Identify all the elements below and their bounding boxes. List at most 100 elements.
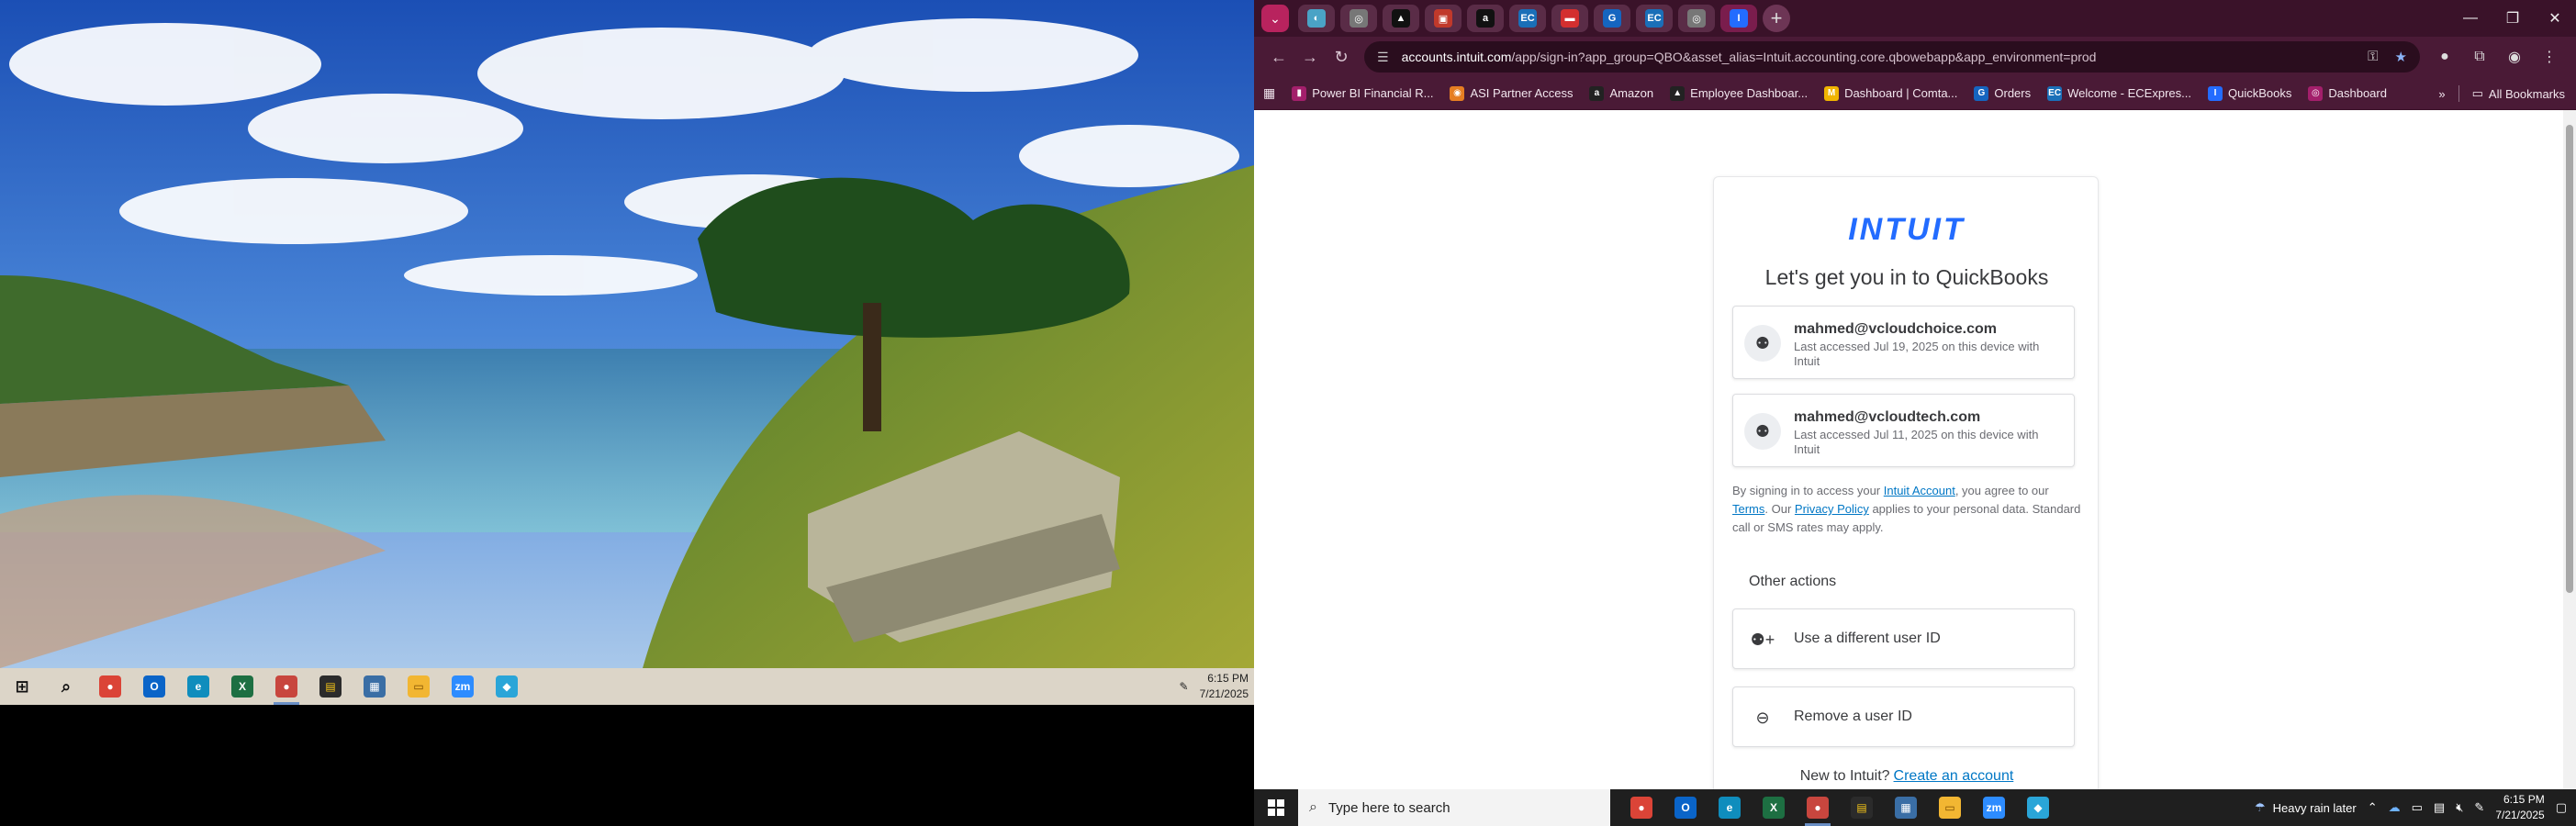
taskbar-outlook-button[interactable]: O xyxy=(1663,789,1708,826)
kebab-menu-icon: ⋮ xyxy=(2542,50,2557,65)
scrollbar-thumb[interactable] xyxy=(2566,125,2573,593)
taskbar-sticky-notes-button[interactable]: ▤ xyxy=(1840,789,1884,826)
bookmark-star-icon[interactable]: ★ xyxy=(2395,49,2407,65)
taskbar-zoom-button[interactable]: zm xyxy=(441,668,485,705)
add-user-icon: ⚉+ xyxy=(1750,630,1775,649)
onedrive-icon[interactable]: ☁ xyxy=(2389,800,2401,815)
chevron-up-icon[interactable]: ⌃ xyxy=(2368,800,2378,815)
weather-widget[interactable]: ☂ Heavy rain later xyxy=(2255,800,2357,815)
taskbar-search-button[interactable]: ⌕ xyxy=(44,668,88,705)
privacy-policy-link[interactable]: Privacy Policy xyxy=(1795,502,1869,516)
window-controls: — ❐ ✕ xyxy=(2449,0,2576,37)
tab-5[interactable]: a xyxy=(1467,5,1504,32)
tab-10[interactable]: ◎ xyxy=(1678,5,1715,32)
notifications-icon[interactable]: ▢ xyxy=(2556,800,2567,815)
taskbar-search-box[interactable]: ⌕ Type here to search xyxy=(1298,789,1610,826)
bookmark-item[interactable]: ▮ Power BI Financial R... xyxy=(1292,85,1433,101)
tab-7[interactable]: ▬ xyxy=(1551,5,1588,32)
new-tab-button[interactable]: + xyxy=(1763,5,1790,32)
menu-button[interactable]: ⋮ xyxy=(2532,41,2567,73)
tab-2[interactable]: ◎ xyxy=(1340,5,1377,32)
bookmark-item[interactable]: EC Welcome - ECExpres... xyxy=(2047,85,2191,101)
weather-text: Heavy rain later xyxy=(2272,800,2357,815)
tab-4[interactable]: ▣ xyxy=(1425,5,1462,32)
start-button[interactable] xyxy=(1254,789,1298,826)
bookmark-favicon-icon: ◉ xyxy=(1450,85,1465,101)
taskbar-file-explorer-button[interactable]: ▭ xyxy=(1928,789,1972,826)
terms-link[interactable]: Terms xyxy=(1732,502,1764,516)
action-label: Use a different user ID xyxy=(1794,631,1941,646)
battery-icon[interactable]: ▭ xyxy=(2412,800,2423,815)
address-bar[interactable]: ☰ accounts.intuit.com/app/sign-in?app_gr… xyxy=(1364,41,2420,73)
create-account-link[interactable]: Create an account xyxy=(1894,768,2014,784)
back-button[interactable]: ← xyxy=(1263,41,1294,73)
profile-button[interactable]: ◉ xyxy=(2497,41,2532,73)
page-title: Let's get you in to QuickBooks xyxy=(1764,265,2049,289)
bookmark-item[interactable]: ◉ ASI Partner Access xyxy=(1450,85,1573,101)
close-button[interactable]: ✕ xyxy=(2534,0,2576,37)
use-different-user-id-button[interactable]: ⚉+ Use a different user ID xyxy=(1732,608,2075,669)
taskbar-chrome-button[interactable]: ● xyxy=(1619,789,1663,826)
account-option-1[interactable]: ⚉ mahmed@vcloudchoice.com Last accessed … xyxy=(1732,306,2075,379)
all-bookmarks-button[interactable]: ▭ All Bookmarks xyxy=(2472,86,2565,101)
extension-toolbar-button[interactable]: ● xyxy=(2427,41,2462,73)
bookmark-item[interactable]: a Amazon xyxy=(1589,85,1653,101)
taskbar-file-explorer-button[interactable]: ▭ xyxy=(397,668,441,705)
tab-6[interactable]: EC xyxy=(1509,5,1546,32)
tab-favicon-icon: EC xyxy=(1518,9,1537,28)
bookmark-item[interactable]: ◎ Dashboard xyxy=(2308,85,2387,101)
bookmark-favicon-icon: EC xyxy=(2047,85,2063,101)
taskbar-chrome-button[interactable]: ● xyxy=(88,668,132,705)
sticky-notes-icon: ▤ xyxy=(319,675,342,698)
forward-button[interactable]: → xyxy=(1294,41,1326,73)
intuit-account-link[interactable]: Intuit Account xyxy=(1884,484,1955,497)
taskbar-clock[interactable]: 6:15 PM 7/21/2025 xyxy=(2495,792,2544,823)
bookmark-favicon-icon: a xyxy=(1589,85,1605,101)
taskbar-edge-button[interactable]: e xyxy=(1708,789,1752,826)
tab-9[interactable]: EC xyxy=(1636,5,1673,32)
restore-button[interactable]: ❐ xyxy=(2492,0,2534,37)
account-option-2[interactable]: ⚉ mahmed@vcloudtech.com Last accessed Ju… xyxy=(1732,394,2075,467)
pen-icon[interactable]: ✎ xyxy=(1180,680,1189,693)
tab-8[interactable]: G xyxy=(1594,5,1630,32)
tab-1[interactable]: ◐ xyxy=(1298,5,1335,32)
volume-muted-icon[interactable]: 🔇︎ xyxy=(2456,800,2463,815)
password-key-icon[interactable]: ⚿ xyxy=(2368,49,2378,65)
taskbar-calculator-button[interactable]: ▦ xyxy=(1884,789,1928,826)
clock-date: 7/21/2025 xyxy=(1199,687,1249,700)
taskbar-sticky-notes-button[interactable]: ▤ xyxy=(308,668,353,705)
edge-icon: e xyxy=(187,675,209,698)
network-icon[interactable]: ▤ xyxy=(2434,800,2445,815)
apps-button[interactable]: ▦ xyxy=(1263,85,1275,101)
taskbar-calculator-button[interactable]: ▦ xyxy=(353,668,397,705)
taskbar-remote-desktop-button[interactable]: ◆ xyxy=(485,668,529,705)
taskbar-start-button-button[interactable]: ⊞ xyxy=(0,668,44,705)
taskbar-excel-button[interactable]: X xyxy=(1752,789,1796,826)
tab-intuit[interactable]: I xyxy=(1720,5,1757,32)
minimize-button[interactable]: — xyxy=(2449,0,2492,37)
remote-desktop-icon: ◆ xyxy=(496,675,518,698)
taskbar-outlook-button[interactable]: O xyxy=(132,668,176,705)
remote-desktop-icon: ◆ xyxy=(2027,797,2049,819)
taskbar-edge-button[interactable]: e xyxy=(176,668,220,705)
reload-button[interactable]: ↻ xyxy=(1326,41,1357,73)
tab-favicon-icon: a xyxy=(1476,9,1495,28)
taskbar-remote-desktop-button[interactable]: ◆ xyxy=(2016,789,2060,826)
remove-user-id-button[interactable]: ⊖ Remove a user ID xyxy=(1732,686,2075,747)
zoom-icon: zm xyxy=(452,675,474,698)
taskbar-zoom-button[interactable]: zm xyxy=(1972,789,2016,826)
extensions-button[interactable]: ⧉ xyxy=(2462,41,2497,73)
taskbar-chrome-profile-button[interactable]: ● xyxy=(264,668,308,705)
bookmark-item[interactable]: G Orders xyxy=(1974,85,2031,101)
taskbar-clock[interactable]: 6:15 PM 7/21/2025 xyxy=(1200,671,1249,702)
bookmark-item[interactable]: M Dashboard | Comta... xyxy=(1824,85,1957,101)
taskbar-excel-button[interactable]: X xyxy=(220,668,264,705)
tab-3[interactable]: ▲ xyxy=(1383,5,1419,32)
pen-icon[interactable]: ✎ xyxy=(2474,800,2484,815)
bookmark-item[interactable]: I QuickBooks xyxy=(2207,85,2291,101)
site-info-icon[interactable]: ☰ xyxy=(1377,50,1389,65)
chevron-right-icon[interactable]: » xyxy=(2438,87,2445,101)
taskbar-chrome-profile-button[interactable]: ● xyxy=(1796,789,1840,826)
tab-search-button[interactable]: ⌄ xyxy=(1261,5,1289,32)
bookmark-item[interactable]: ▲ Employee Dashboar... xyxy=(1670,85,1808,101)
